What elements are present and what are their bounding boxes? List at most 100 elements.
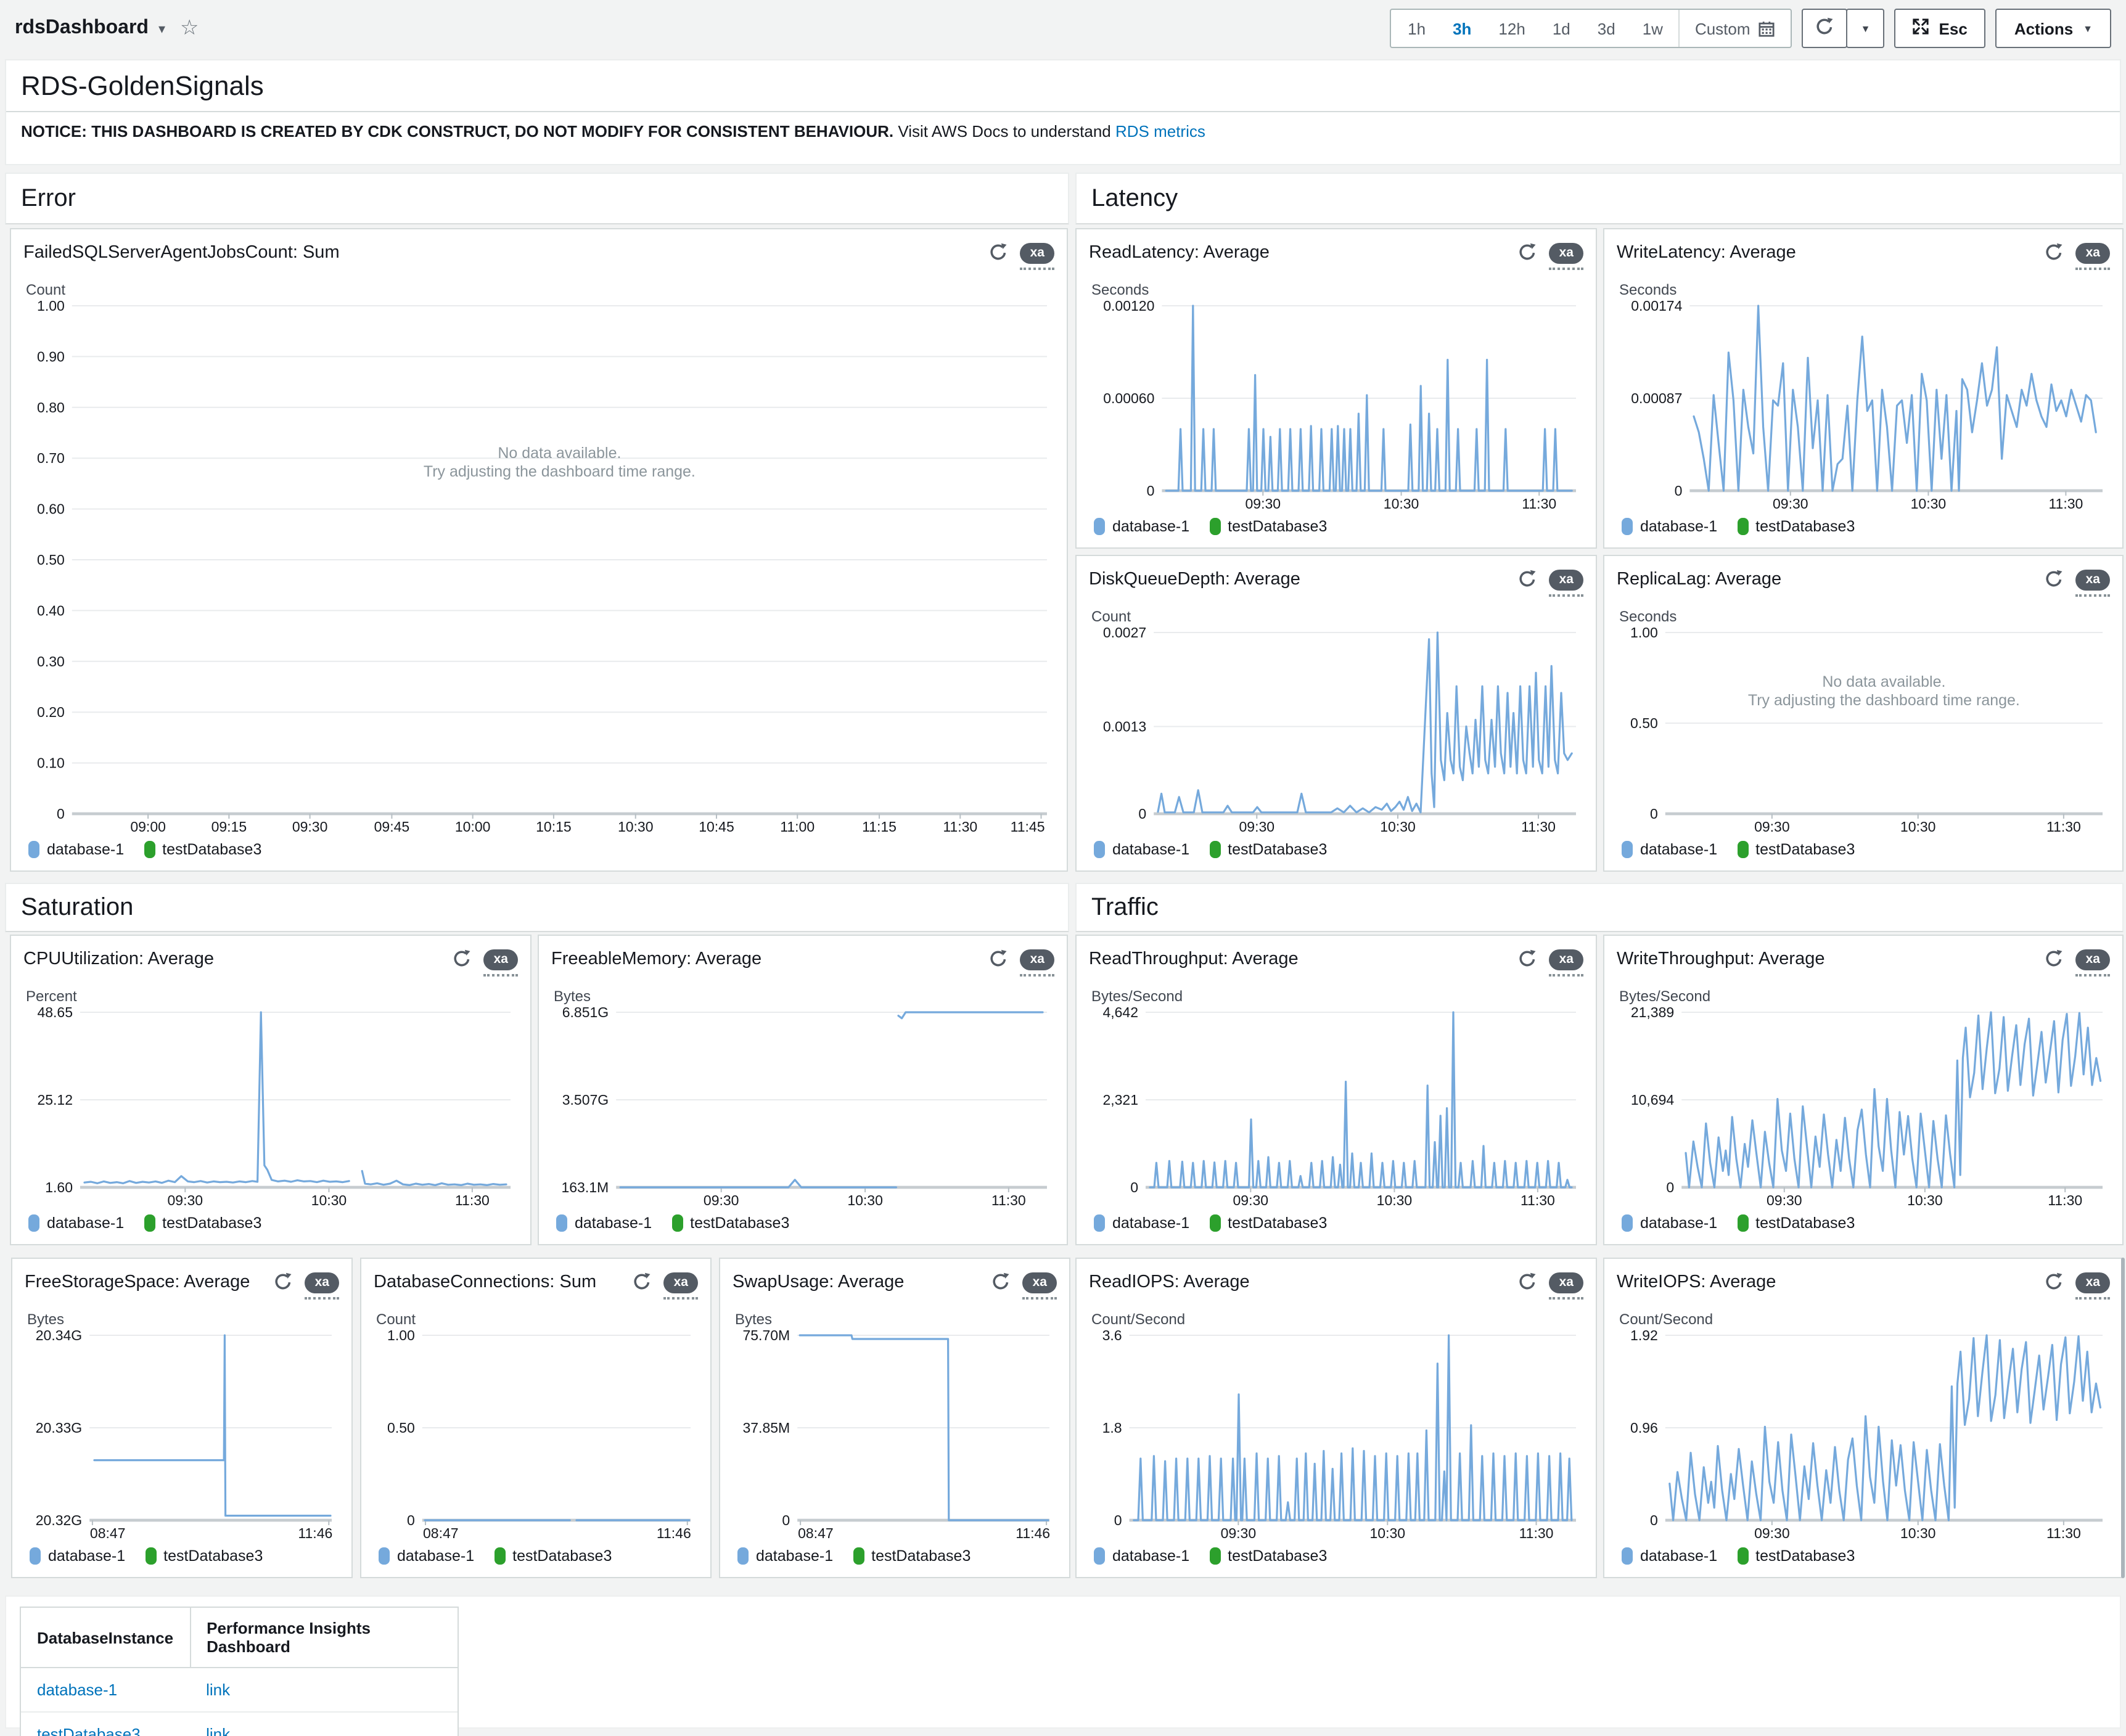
vertical-scrollbar[interactable]	[2121, 1258, 2125, 1578]
pi-link-database-1[interactable]: link	[206, 1681, 230, 1699]
chart-plot[interactable]: 1.000.50009:3010:3011:30No data availabl…	[1617, 624, 2110, 835]
instance-link-testdatabase3[interactable]: testDatabase3	[37, 1725, 141, 1736]
legend-item-testDatabase3[interactable]: testDatabase3	[1209, 1547, 1327, 1565]
widget-refresh-icon[interactable]	[2045, 567, 2064, 594]
chart-plot[interactable]: 0.001200.00060009:3010:3011:30	[1089, 298, 1583, 512]
legend-item-testDatabase3[interactable]: testDatabase3	[671, 1214, 789, 1232]
widget-refresh-icon[interactable]	[2045, 240, 2064, 268]
legend-item-testDatabase3[interactable]: testDatabase3	[1737, 841, 1855, 858]
pi-link-testdatabase3[interactable]: link	[206, 1725, 230, 1736]
chart-plot[interactable]: 75.70M37.85M008:4711:46	[733, 1327, 1057, 1541]
time-range-12h[interactable]: 12h	[1485, 10, 1538, 47]
legend-item-database-1[interactable]: database-1	[1622, 1214, 1717, 1232]
legend-item-testDatabase3[interactable]: testDatabase3	[1737, 1547, 1855, 1565]
calendar-icon	[1759, 20, 1775, 36]
legend-item-testDatabase3[interactable]: testDatabase3	[1209, 1214, 1327, 1232]
chart-plot[interactable]: 0.00270.0013009:3010:3011:30	[1089, 624, 1583, 835]
chart-plot[interactable]: 20.34G20.33G20.32G08:4711:46	[25, 1327, 339, 1541]
chart-plot[interactable]: 0.001740.00087009:3010:3011:30	[1617, 298, 2110, 512]
widget-account-badge[interactable]: xa	[1020, 947, 1054, 976]
widget-account-badge[interactable]: xa	[1020, 240, 1054, 269]
favorite-star-icon[interactable]: ☆	[180, 16, 199, 41]
widget-refresh-icon[interactable]	[2045, 947, 2064, 974]
widget-refresh-icon[interactable]	[992, 1270, 1011, 1297]
chart-plot[interactable]: 1.920.96009:3010:3011:30	[1617, 1327, 2110, 1541]
widget-refresh-icon[interactable]	[633, 1270, 652, 1297]
chart-plot[interactable]: 1.000.900.800.700.600.500.400.300.200.10…	[23, 298, 1054, 835]
legend-item-database-1[interactable]: database-1	[379, 1547, 474, 1565]
legend-item-database-1[interactable]: database-1	[1622, 841, 1717, 858]
legend-item-testDatabase3[interactable]: testDatabase3	[494, 1547, 612, 1565]
widget-refresh-icon[interactable]	[1519, 240, 1537, 268]
legend-item-database-1[interactable]: database-1	[1622, 1547, 1717, 1565]
widget-account-badge[interactable]: xa	[1023, 1270, 1057, 1299]
svg-text:20.33G: 20.33G	[36, 1419, 82, 1435]
legend-item-database-1[interactable]: database-1	[1094, 1214, 1189, 1232]
dashboard-name-caret-icon[interactable]: ▾	[158, 20, 165, 36]
legend-item-testDatabase3[interactable]: testDatabase3	[144, 841, 261, 858]
legend-item-database-1[interactable]: database-1	[28, 1214, 124, 1232]
legend-item-database-1[interactable]: database-1	[1622, 518, 1717, 535]
legend-item-database-1[interactable]: database-1	[556, 1214, 652, 1232]
widget-header-icons: xa	[1519, 567, 1583, 596]
legend-item-testDatabase3[interactable]: testDatabase3	[853, 1547, 971, 1565]
chart-plot[interactable]: 21,38910,694009:3010:3011:30	[1617, 1004, 2110, 1208]
widget-account-badge[interactable]: xa	[664, 1270, 698, 1299]
time-range-3h[interactable]: 3h	[1439, 10, 1485, 47]
chart-plot[interactable]: 3.61.8009:3010:3011:30	[1089, 1327, 1583, 1541]
legend-item-testDatabase3[interactable]: testDatabase3	[1209, 841, 1327, 858]
widget-account-badge[interactable]: xa	[2076, 567, 2110, 596]
widget-refresh-icon[interactable]	[453, 947, 472, 974]
svg-text:0.20: 0.20	[37, 703, 65, 719]
widget-account-badge[interactable]: xa	[2076, 947, 2110, 976]
legend-label: testDatabase3	[1228, 1214, 1327, 1232]
legend-item-testDatabase3[interactable]: testDatabase3	[1737, 518, 1855, 535]
legend-swatch	[144, 1214, 155, 1232]
widget-account-badge[interactable]: xa	[1549, 947, 1583, 976]
widget-header: WriteLatency: Average xa	[1617, 240, 2110, 269]
instance-link-database-1[interactable]: database-1	[37, 1681, 117, 1699]
legend-item-database-1[interactable]: database-1	[28, 841, 124, 858]
chart-plot[interactable]: 48.6525.121.6009:3010:3011:30	[23, 1004, 518, 1208]
svg-text:0: 0	[57, 805, 65, 821]
widget-account-badge[interactable]: xa	[2076, 240, 2110, 269]
widget-refresh-icon[interactable]	[990, 240, 1008, 268]
legend-item-database-1[interactable]: database-1	[30, 1547, 125, 1565]
legend-item-testDatabase3[interactable]: testDatabase3	[144, 1214, 261, 1232]
widget-refresh-icon[interactable]	[1519, 1270, 1537, 1297]
widget-refresh-icon[interactable]	[2045, 1270, 2064, 1297]
chart-plot[interactable]: 4,6422,321009:3010:3011:30	[1089, 1004, 1583, 1208]
widget-account-badge[interactable]: xa	[2076, 1270, 2110, 1299]
custom-time-range-button[interactable]: Custom	[1683, 10, 1787, 47]
dashboard-name[interactable]: rdsDashboard	[15, 17, 149, 39]
time-range-1w[interactable]: 1w	[1629, 10, 1677, 47]
widget-account-badge[interactable]: xa	[1549, 567, 1583, 596]
legend-item-database-1[interactable]: database-1	[1094, 841, 1189, 858]
widget-account-badge[interactable]: xa	[1549, 240, 1583, 269]
actions-button[interactable]: Actions ▼	[1996, 9, 2111, 48]
fullscreen-esc-button[interactable]: Esc	[1895, 9, 1986, 48]
rds-metrics-link[interactable]: RDS metrics	[1115, 122, 1205, 141]
widget-account-badge[interactable]: xa	[484, 947, 518, 976]
widget-account-badge[interactable]: xa	[305, 1270, 339, 1299]
legend-item-database-1[interactable]: database-1	[1094, 518, 1189, 535]
legend-item-testDatabase3[interactable]: testDatabase3	[1209, 518, 1327, 535]
widget-refresh-icon[interactable]	[1519, 567, 1537, 594]
chart-plot[interactable]: 6.851G3.507G163.1M09:3010:3011:30	[551, 1004, 1054, 1208]
legend-item-testDatabase3[interactable]: testDatabase3	[1737, 1214, 1855, 1232]
widget-account-badge[interactable]: xa	[1549, 1270, 1583, 1299]
time-range-1h[interactable]: 1h	[1394, 10, 1439, 47]
time-range-1d[interactable]: 1d	[1539, 10, 1584, 47]
svg-text:09:45: 09:45	[374, 818, 410, 834]
widget-refresh-icon[interactable]	[1519, 947, 1537, 974]
time-range-3d[interactable]: 3d	[1584, 10, 1629, 47]
legend-item-database-1[interactable]: database-1	[1094, 1547, 1189, 1565]
legend-item-testDatabase3[interactable]: testDatabase3	[145, 1547, 263, 1565]
widget-refresh-icon[interactable]	[274, 1270, 293, 1297]
chart-plot[interactable]: 1.000.50008:4711:46	[374, 1327, 698, 1541]
time-group-divider	[1679, 10, 1680, 47]
widget-refresh-icon[interactable]	[990, 947, 1008, 974]
refresh-options-button[interactable]: ▼	[1847, 9, 1885, 48]
legend-item-database-1[interactable]: database-1	[737, 1547, 833, 1565]
refresh-button[interactable]	[1802, 9, 1848, 48]
